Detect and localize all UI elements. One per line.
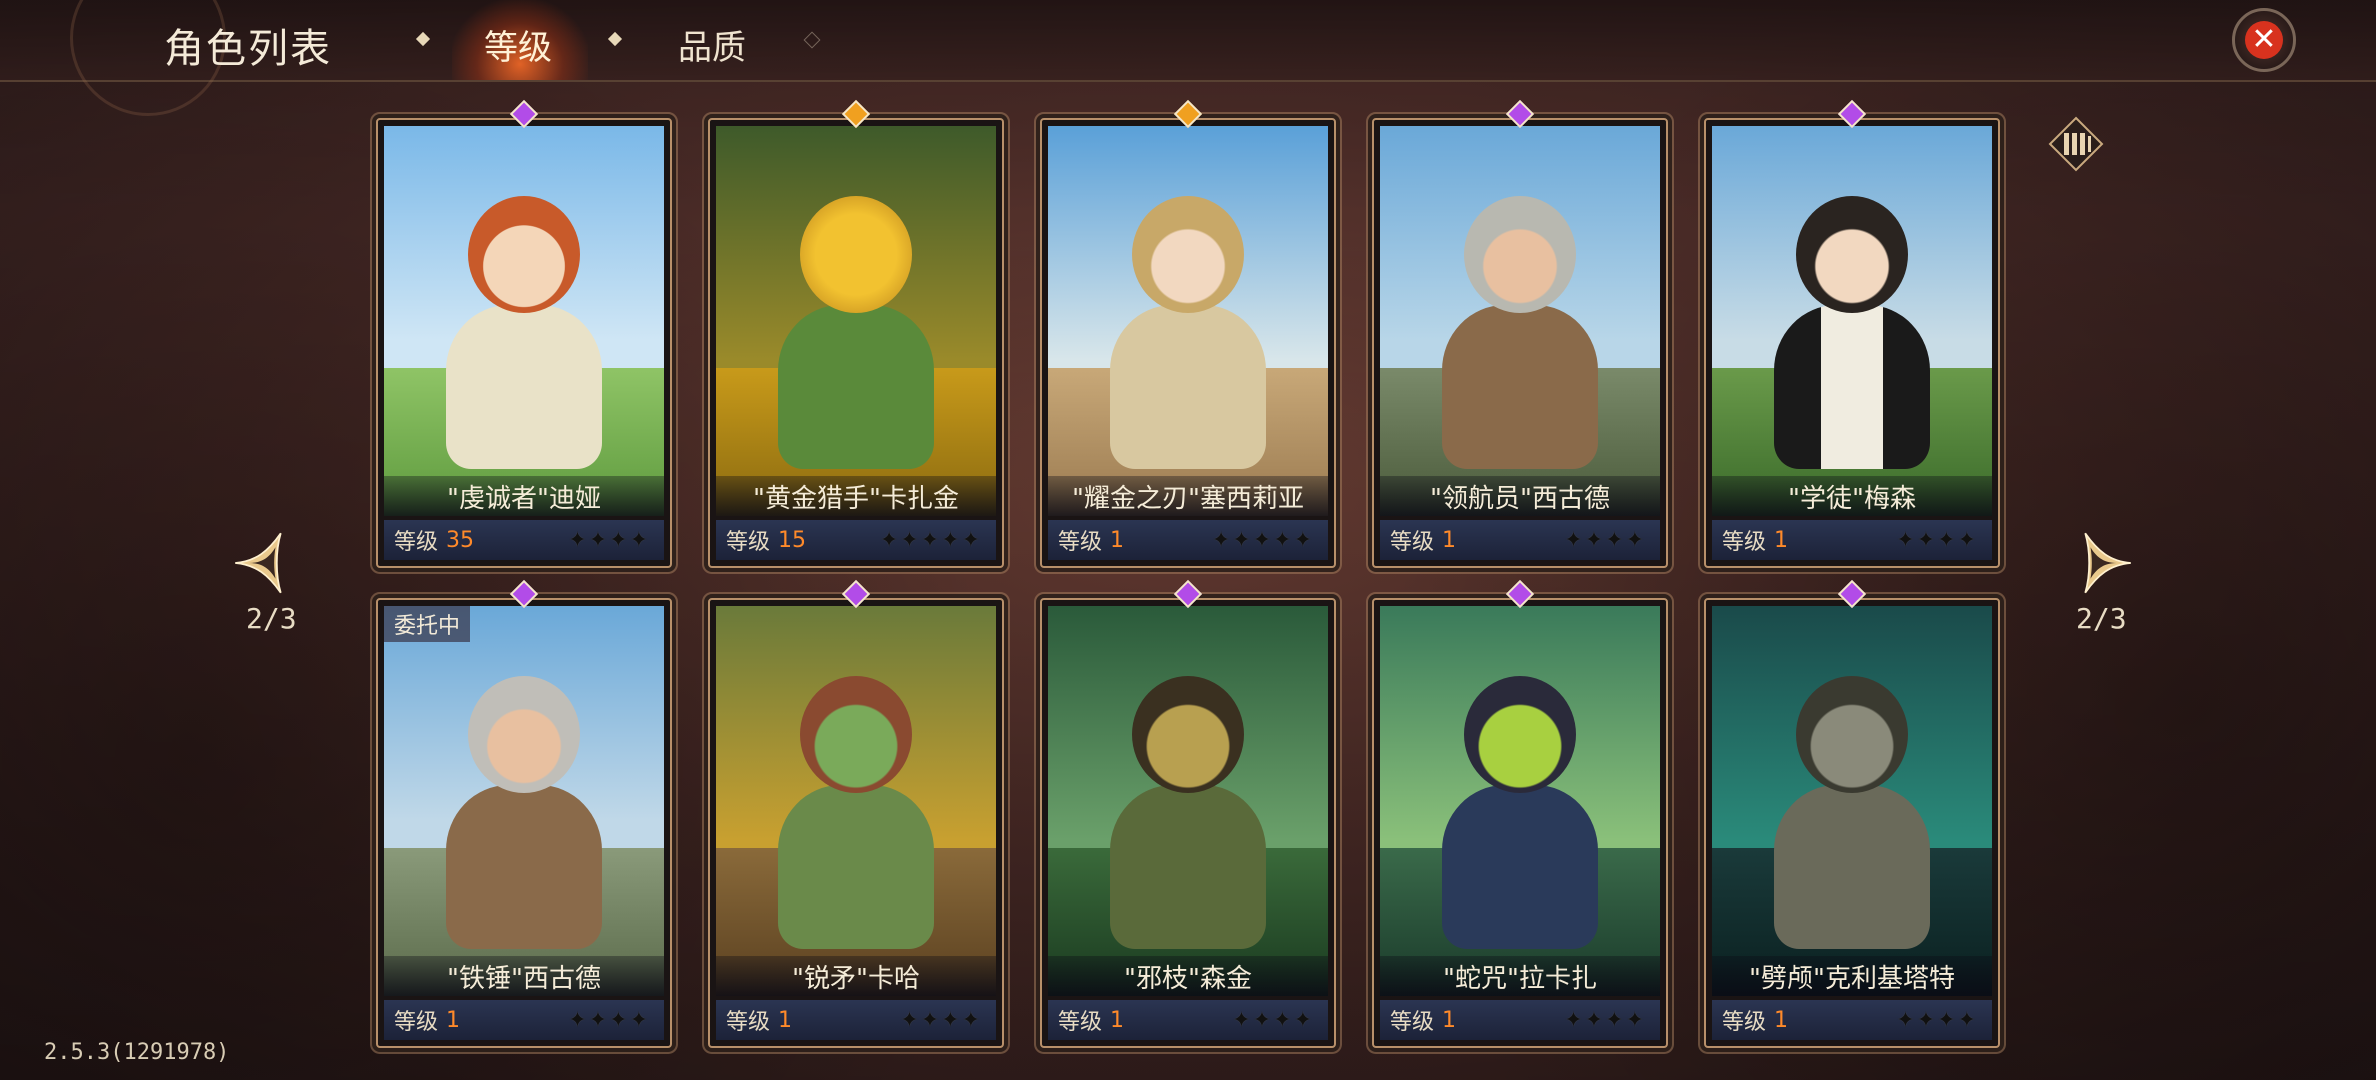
status-badge: 委托中 — [384, 606, 471, 642]
rarity-gem-icon — [509, 99, 539, 129]
level-value: 1 — [1110, 527, 1125, 553]
character-name: "领航员"西古德 — [1380, 476, 1660, 516]
character-card[interactable]: 委托中 "铁锤"西古德 等级 1 ✦✦✦✦ — [376, 579, 672, 1048]
character-card[interactable]: "领航员"西古德 等级 1 ✦✦✦✦ — [1372, 99, 1668, 568]
character-name: "学徒"梅森 — [1712, 476, 1992, 516]
character-portrait — [716, 126, 996, 516]
character-card[interactable]: "邪枝"森金 等级 1 ✦✦✦✦ — [1040, 579, 1336, 1048]
character-portrait — [1712, 126, 1992, 516]
level-value: 1 — [1110, 1007, 1125, 1033]
star-rating: ✦✦✦✦ — [1232, 1007, 1314, 1033]
tab-separator-icon — [415, 31, 431, 47]
level-label: 等级 — [1058, 530, 1103, 555]
level-row: 等级 35 ✦✦✦✦ — [384, 520, 664, 560]
character-name: "邪枝"森金 — [1048, 956, 1328, 996]
character-portrait — [1712, 606, 1992, 996]
character-portrait — [1048, 126, 1328, 516]
star-rating: ✦✦✦✦ — [568, 1007, 650, 1033]
character-portrait — [384, 606, 664, 996]
character-name: "铁锤"西古德 — [384, 956, 664, 996]
character-name: "耀金之刃"塞西莉亚 — [1048, 476, 1328, 516]
page-indicator-left: 2/3 — [246, 602, 297, 635]
character-name: "蛇咒"拉卡扎 — [1380, 956, 1660, 996]
level-row: 等级 1 ✦✦✦✦ — [1712, 520, 1992, 560]
rarity-gem-icon — [1505, 99, 1535, 129]
level-label: 等级 — [726, 530, 771, 555]
level-row: 等级 1 ✦✦✦✦ — [1380, 520, 1660, 560]
star-rating: ✦✦✦✦ — [1564, 527, 1646, 553]
star-rating: ✦✦✦✦ — [568, 527, 650, 553]
level-row: 等级 1 ✦✦✦✦ — [716, 1000, 996, 1040]
character-portrait — [716, 606, 996, 996]
rarity-gem-icon — [841, 579, 871, 609]
character-card[interactable]: "锐矛"卡哈 等级 1 ✦✦✦✦ — [708, 579, 1004, 1048]
close-button[interactable]: ✕ — [2232, 8, 2296, 72]
character-card[interactable]: "黄金猎手"卡扎金 等级 15 ✦✦✦✦✦ — [708, 99, 1004, 568]
rarity-gem-icon — [1837, 579, 1867, 609]
level-label: 等级 — [1722, 1010, 1767, 1035]
rarity-gem-icon — [1837, 99, 1867, 129]
tab-level[interactable]: 等级 — [484, 20, 552, 69]
character-name: "劈颅"克利基塔特 — [1712, 956, 1992, 996]
character-card[interactable]: "耀金之刃"塞西莉亚 等级 1 ✦✦✦✦✦ — [1040, 99, 1336, 568]
character-portrait — [1380, 126, 1660, 516]
level-value: 1 — [1774, 1007, 1789, 1033]
page-indicator-right: 2/3 — [2076, 602, 2127, 635]
level-label: 等级 — [1722, 530, 1767, 555]
character-card[interactable]: "蛇咒"拉卡扎 等级 1 ✦✦✦✦ — [1372, 579, 1668, 1048]
rarity-gem-icon — [1505, 579, 1535, 609]
star-rating: ✦✦✦✦ — [900, 1007, 982, 1033]
arrow-left-icon — [235, 532, 282, 594]
version-label: 2.5.3(1291978) — [44, 1040, 230, 1065]
level-row: 等级 1 ✦✦✦✦ — [1048, 1000, 1328, 1040]
tab-quality[interactable]: 品质 — [678, 20, 746, 69]
level-value: 1 — [1774, 527, 1789, 553]
level-row: 等级 1 ✦✦✦✦✦ — [1048, 520, 1328, 560]
level-row: 等级 15 ✦✦✦✦✦ — [716, 520, 996, 560]
grid-view-icon — [2048, 116, 2104, 172]
level-value: 15 — [778, 527, 807, 553]
character-name: "锐矛"卡哈 — [716, 956, 996, 996]
star-rating: ✦✦✦✦ — [1564, 1007, 1646, 1033]
level-value: 1 — [778, 1007, 793, 1033]
tab-separator-icon — [803, 31, 821, 49]
star-rating: ✦✦✦✦ — [1896, 527, 1978, 553]
rarity-gem-icon — [841, 99, 871, 129]
star-rating: ✦✦✦✦✦ — [879, 527, 982, 553]
level-row: 等级 1 ✦✦✦✦ — [1380, 1000, 1660, 1040]
character-portrait — [1048, 606, 1328, 996]
level-row: 等级 1 ✦✦✦✦ — [384, 1000, 664, 1040]
character-name: "虔诚者"迪娅 — [384, 476, 664, 516]
rarity-gem-icon — [509, 579, 539, 609]
character-card[interactable]: "学徒"梅森 等级 1 ✦✦✦✦ — [1704, 99, 2000, 568]
level-label: 等级 — [394, 1010, 439, 1035]
next-page-button[interactable] — [2066, 528, 2136, 598]
tab-separator-icon — [607, 31, 623, 47]
grid-view-button[interactable] — [2046, 114, 2106, 174]
level-value: 1 — [446, 1007, 461, 1033]
character-card[interactable]: "劈颅"克利基塔特 等级 1 ✦✦✦✦ — [1704, 579, 2000, 1048]
page-title: 角色列表 — [164, 26, 332, 72]
star-rating: ✦✦✦✦✦ — [1211, 527, 1314, 553]
level-label: 等级 — [1390, 530, 1435, 555]
level-label: 等级 — [394, 530, 439, 555]
star-rating: ✦✦✦✦ — [1896, 1007, 1978, 1033]
character-portrait — [384, 126, 664, 516]
level-row: 等级 1 ✦✦✦✦ — [1712, 1000, 1992, 1040]
arrow-right-icon — [2084, 532, 2131, 594]
level-label: 等级 — [1390, 1010, 1435, 1035]
character-card[interactable]: "虔诚者"迪娅 等级 35 ✦✦✦✦ — [376, 99, 672, 568]
level-label: 等级 — [1058, 1010, 1103, 1035]
level-label: 等级 — [726, 1010, 771, 1035]
close-icon: ✕ — [2245, 21, 2283, 59]
level-value: 1 — [1442, 527, 1457, 553]
top-bar: 角色列表 等级 品质 ✕ — [0, 0, 2376, 116]
level-value: 35 — [446, 527, 475, 553]
previous-page-button[interactable] — [230, 528, 300, 598]
rarity-gem-icon — [1173, 99, 1203, 129]
level-value: 1 — [1442, 1007, 1457, 1033]
character-name: "黄金猎手"卡扎金 — [716, 476, 996, 516]
rarity-gem-icon — [1173, 579, 1203, 609]
character-portrait — [1380, 606, 1660, 996]
